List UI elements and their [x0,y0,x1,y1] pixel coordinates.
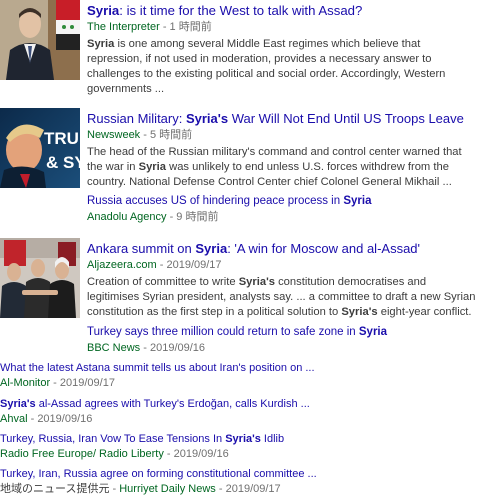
story-3-related-title-bold: Syria [358,326,388,338]
more-story-1: What the latest Astana summit tells us a… [0,360,480,391]
story-3-related-date: 2019/09/16 [149,342,206,354]
more-story-1-title-a: What the latest Astana summit tells us a… [0,362,315,374]
story-3-meta: Aljazeera.com - 2019/09/17 [87,257,478,274]
story-3-title-bold: Syria [195,241,228,256]
more-story-3-title-b: Idlib [260,433,285,445]
more-story-3-source[interactable]: Radio Free Europe/ Radio Liberty [0,448,164,460]
more-story-4-date: 2019/09/17 [225,483,281,495]
story-3-title-link[interactable]: Ankara summit on Syria: 'A win for Mosco… [87,241,478,257]
story-2-related-source[interactable]: Anadolu Agency [87,211,167,223]
more-story-4-source-prefix: 地域のニュース提供元 [0,483,110,495]
story-1-thumbnail[interactable] [0,0,80,80]
story-2-title-bold: Syria's [185,111,229,126]
story-2-related-meta: Anadolu Agency - 9 時間前 [87,209,478,226]
more-story-2-meta: Ahval - 2019/09/16 [0,412,480,427]
more-story-1-title-link[interactable]: What the latest Astana summit tells us a… [0,360,480,376]
more-story-1-meta: Al-Monitor - 2019/09/17 [0,376,480,391]
story-1-time: 1 時間前 [169,21,212,33]
more-story-4-meta: 地域のニュース提供元 - Hurriyet Daily News - 2019/… [0,482,480,497]
story-2-related-separator: - [166,211,177,223]
story-2-snippet-bold: Syria [138,161,166,173]
more-story-4-title-a: Turkey, Iran, Russia agree on forming co… [0,468,317,480]
story-1-snippet: Syria is one among several Middle East r… [87,37,478,97]
story-3-snippet-bold-1: Syria's [238,276,275,288]
more-story-4-separator: - [215,483,226,495]
more-story-1-source[interactable]: Al-Monitor [0,377,50,389]
story-2-related-time: 9 時間前 [176,211,219,223]
story-2-related-title-bold: Syria [343,195,372,207]
news-story-2: TRU & SY Russian Military: Syria's War W… [0,108,480,228]
more-story-2-title-bold: Syria's [0,398,36,410]
story-3-date: 2019/09/17 [166,259,222,271]
story-1-source[interactable]: The Interpreter [87,21,160,33]
story-3-related-separator: - [140,342,150,354]
more-story-2-source[interactable]: Ahval [0,413,28,425]
more-story-2-title-b: al-Assad agrees with Turkey's Erdoğan, c… [35,398,310,410]
story-1-meta: The Interpreter - 1 時間前 [87,19,478,36]
story-3-related-link[interactable]: Turkey says three million could return t… [87,324,478,340]
more-story-3-date: 2019/09/16 [173,448,229,460]
story-3-snippet-a: Creation of committee to write [87,276,239,288]
story-3-snippet-c: eight-year conflict. [377,306,472,318]
story-3-title-text: : 'A win for Moscow and al-Assad' [227,241,421,256]
story-2-title-link[interactable]: Russian Military: Syria's War Will Not E… [87,111,478,127]
more-story-3: Turkey, Russia, Iran Vow To Ease Tension… [0,431,480,462]
more-story-3-title-bold: Syria's [225,433,261,445]
more-story-3-title-link[interactable]: Turkey, Russia, Iran Vow To Ease Tension… [0,431,480,447]
story-3-title-prefix: Ankara summit on [87,241,196,256]
trump-photo-image: TRU & SY [0,108,80,188]
more-story-4-prefix-separator: - [109,483,120,495]
more-story-3-meta: Radio Free Europe/ Radio Liberty - 2019/… [0,447,480,462]
story-3-snippet: Creation of committee to write Syria's c… [87,275,478,320]
story-3-source[interactable]: Aljazeera.com [87,259,157,271]
more-story-2-title-link[interactable]: Syria's al-Assad agrees with Turkey's Er… [0,396,480,412]
more-story-3-title-a: Turkey, Russia, Iran Vow To Ease Tension… [0,433,226,445]
story-2-meta: Newsweek - 5 時間前 [87,127,478,144]
more-story-4: Turkey, Iran, Russia agree on forming co… [0,466,480,497]
more-story-2-separator: - [27,413,38,425]
story-2-time: 5 時間前 [149,129,193,141]
story-1-title-text: : is it time for the West to talk with A… [119,3,363,18]
story-1-separator: - [159,21,170,33]
more-story-4-source[interactable]: Hurriyet Daily News [119,483,216,495]
story-3-snippet-bold-2: Syria's [341,306,378,318]
summit-photo-image [0,238,80,318]
more-story-4-title-link[interactable]: Turkey, Iran, Russia agree on forming co… [0,466,480,482]
more-story-2-date: 2019/09/16 [37,413,93,425]
story-3-related-title-text: Turkey says three million could return t… [87,326,359,338]
story-1-title-bold: Syria [87,3,120,18]
story-1-title-link[interactable]: Syria: is it time for the West to talk w… [87,3,478,19]
story-2-related-title-text: Russia accuses US of hindering peace pro… [87,195,344,207]
story-1-snippet-text: is one among several Middle East regimes… [87,38,446,95]
thumbnail-overlay-text-1: TRU [44,129,79,148]
story-3-thumbnail[interactable] [0,238,80,318]
story-2-title-prefix: Russian Military: [87,111,186,126]
story-2-snippet: The head of the Russian military's comma… [87,145,478,190]
more-story-1-separator: - [50,377,60,389]
more-story-1-date: 2019/09/17 [59,377,115,389]
news-story-3: Ankara summit on Syria: 'A win for Mosco… [0,238,480,358]
story-2-source[interactable]: Newsweek [87,129,140,141]
story-3-related-source[interactable]: BBC News [87,342,140,354]
story-2-related-link[interactable]: Russia accuses US of hindering peace pro… [87,193,478,209]
story-3-related-meta: BBC News - 2019/09/16 [87,340,478,357]
story-2-separator: - [140,129,150,141]
more-story-3-separator: - [163,448,174,460]
story-1-snippet-bold: Syria [87,38,115,50]
thumbnail-overlay-text-2: & SY [46,153,80,172]
story-2-title-text: War Will Not End Until US Troops Leave [228,111,464,126]
assad-photo-image [0,0,80,80]
more-story-2: Syria's al-Assad agrees with Turkey's Er… [0,396,480,427]
story-2-thumbnail[interactable]: TRU & SY [0,108,80,188]
news-story-1: Syria: is it time for the West to talk w… [0,0,480,96]
